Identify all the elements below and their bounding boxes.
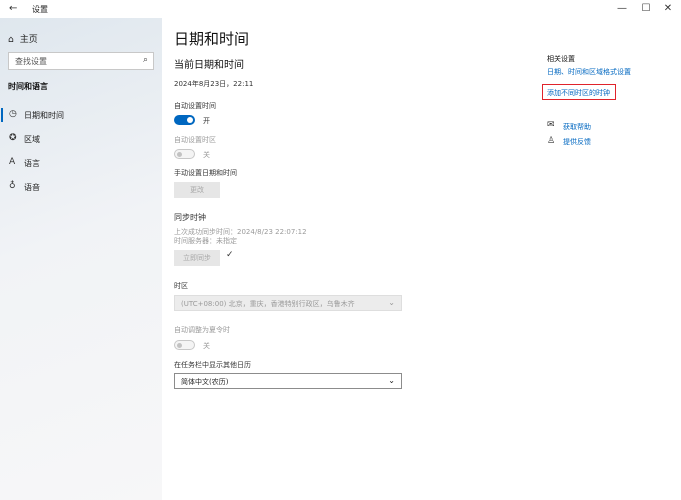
title-bar: ← 设置 — ☐ ✕: [0, 0, 681, 18]
region-icon: ✪: [9, 133, 17, 143]
home-nav-item[interactable]: ⌂ 主页: [8, 32, 38, 45]
sidebar-item-label: 语言: [24, 159, 40, 168]
sync-heading: 同步时钟: [174, 213, 206, 222]
chevron-down-icon: ⌄: [388, 376, 395, 385]
current-datetime-value: 2024年8月23日，22:11: [174, 80, 254, 88]
format-settings-link[interactable]: 日期、时间和区域格式设置: [547, 67, 631, 77]
sidebar-item-speech[interactable]: ♁ 语音: [0, 176, 162, 198]
timezone-value: (UTC+08:00) 北京，重庆，香港特别行政区，乌鲁木齐: [181, 300, 355, 308]
clock-calendar-icon: ◷: [9, 109, 17, 119]
minimize-button[interactable]: —: [610, 2, 634, 16]
calendar-label: 在任务栏中显示其他日历: [174, 361, 251, 369]
current-datetime-heading: 当前日期和时间: [174, 60, 244, 71]
timezone-label: 时区: [174, 282, 188, 290]
timezone-select[interactable]: (UTC+08:00) 北京，重庆，香港特别行政区，乌鲁木齐 ⌄: [174, 295, 402, 311]
chevron-down-icon: ⌄: [388, 298, 395, 307]
search-icon: ⌕: [142, 55, 148, 65]
search-input[interactable]: 查找设置 ⌕: [8, 52, 154, 70]
sync-success-check-icon: ✓: [226, 250, 234, 260]
calendar-select[interactable]: 简体中文(农历) ⌄: [174, 373, 402, 389]
auto-time-toggle[interactable]: [174, 115, 195, 125]
feedback-person-icon: ♙: [547, 136, 556, 146]
sidebar-item-date-time[interactable]: ◷ 日期和时间: [0, 104, 162, 126]
home-icon: ⌂: [8, 35, 14, 45]
manual-set-label: 手动设置日期和时间: [174, 169, 237, 177]
help-chat-icon: ✉: [547, 120, 555, 130]
page-title: 日期和时间: [174, 30, 250, 48]
change-button[interactable]: 更改: [174, 182, 220, 198]
auto-timezone-toggle[interactable]: [174, 149, 195, 159]
close-button[interactable]: ✕: [656, 2, 680, 16]
sidebar-section-title: 时间和语言: [8, 82, 48, 91]
dst-label: 自动调整为夏令时: [174, 326, 230, 334]
sidebar-item-language[interactable]: A 语言: [0, 152, 162, 174]
language-icon: A: [9, 157, 16, 167]
active-indicator: [1, 108, 3, 122]
calendar-value: 简体中文(农历): [181, 378, 229, 386]
auto-timezone-label: 自动设置时区: [174, 136, 216, 144]
maximize-button[interactable]: ☐: [634, 2, 658, 16]
back-arrow-icon[interactable]: ←: [9, 3, 17, 14]
related-settings-title: 相关设置: [547, 55, 575, 63]
dst-state: 关: [203, 342, 210, 350]
feedback-link[interactable]: 提供反馈: [563, 137, 591, 147]
get-help-link[interactable]: 获取帮助: [563, 122, 591, 132]
auto-timezone-state: 关: [203, 151, 210, 159]
time-server-text: 时间服务器：未指定: [174, 237, 237, 245]
sidebar-item-label: 区域: [24, 135, 40, 144]
sidebar-item-region[interactable]: ✪ 区域: [0, 128, 162, 150]
window-title: 设置: [32, 5, 48, 14]
sidebar-item-label: 语音: [24, 183, 40, 192]
auto-time-label: 自动设置时间: [174, 102, 216, 110]
sync-now-button[interactable]: 立即同步: [174, 250, 220, 266]
sidebar-item-label: 日期和时间: [24, 111, 64, 120]
add-clocks-link[interactable]: 添加不同时区的时钟: [547, 88, 610, 98]
auto-time-state: 开: [203, 117, 210, 125]
microphone-icon: ♁: [9, 181, 16, 191]
dst-toggle[interactable]: [174, 340, 195, 350]
search-placeholder: 查找设置: [15, 57, 47, 66]
home-label: 主页: [19, 35, 38, 45]
